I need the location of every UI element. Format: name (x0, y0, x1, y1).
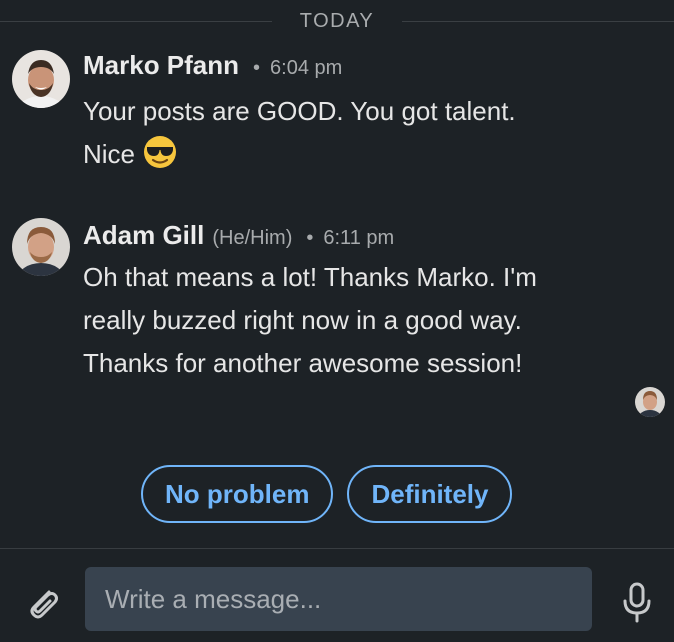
meta-separator: • (253, 57, 261, 79)
sender-name[interactable]: Marko Pfann (83, 50, 239, 81)
day-divider-label: TODAY (299, 10, 375, 32)
sender-pronouns: (He/Him) (212, 227, 293, 249)
day-divider: TODAY (0, 8, 674, 34)
message-composer (0, 548, 674, 642)
divider-line-right (402, 21, 674, 22)
avatar-photo (12, 50, 70, 108)
sender-name[interactable]: Adam Gill (83, 220, 204, 251)
message-line: Oh that means a lot! Thanks Marko. I'm (83, 262, 537, 292)
message-timestamp: 6:04 pm (270, 57, 343, 79)
message-body: Your posts are GOOD. You got talent. Nic… (83, 90, 643, 176)
microphone-icon[interactable] (620, 581, 654, 625)
message-body: Oh that means a lot! Thanks Marko. I'm r… (83, 256, 643, 385)
avatar-photo (12, 218, 70, 276)
message-line: Thanks for another awesome session! (83, 348, 523, 378)
sender-avatar[interactable] (12, 50, 70, 108)
message-timestamp: 6:11 pm (323, 227, 395, 249)
sender-avatar[interactable] (12, 218, 70, 276)
message-line: really buzzed right now in a good way. (83, 305, 522, 335)
seen-receipt-avatar (635, 387, 665, 417)
sunglasses-emoji-icon (143, 135, 177, 169)
message-line-with-emoji: Nice (83, 133, 643, 176)
smart-reply-definitely[interactable]: Definitely (347, 465, 513, 523)
message-line: Your posts are GOOD. You got talent. (83, 96, 516, 126)
paperclip-icon[interactable] (22, 583, 62, 623)
meta-separator: • (306, 227, 314, 249)
divider-line-left (0, 21, 272, 22)
message-line: Nice (83, 139, 136, 169)
messaging-thread: TODAY Marko Pfann • 6:04 pm Your posts a… (0, 0, 674, 642)
smart-reply-no-problem[interactable]: No problem (141, 465, 334, 523)
message-meta: Marko Pfann • 6:04 pm (83, 50, 342, 84)
message-input[interactable] (85, 567, 592, 631)
smart-replies: No problem Definitely (141, 465, 513, 523)
message-meta: Adam Gill (He/Him) • 6:11 pm (83, 220, 394, 254)
